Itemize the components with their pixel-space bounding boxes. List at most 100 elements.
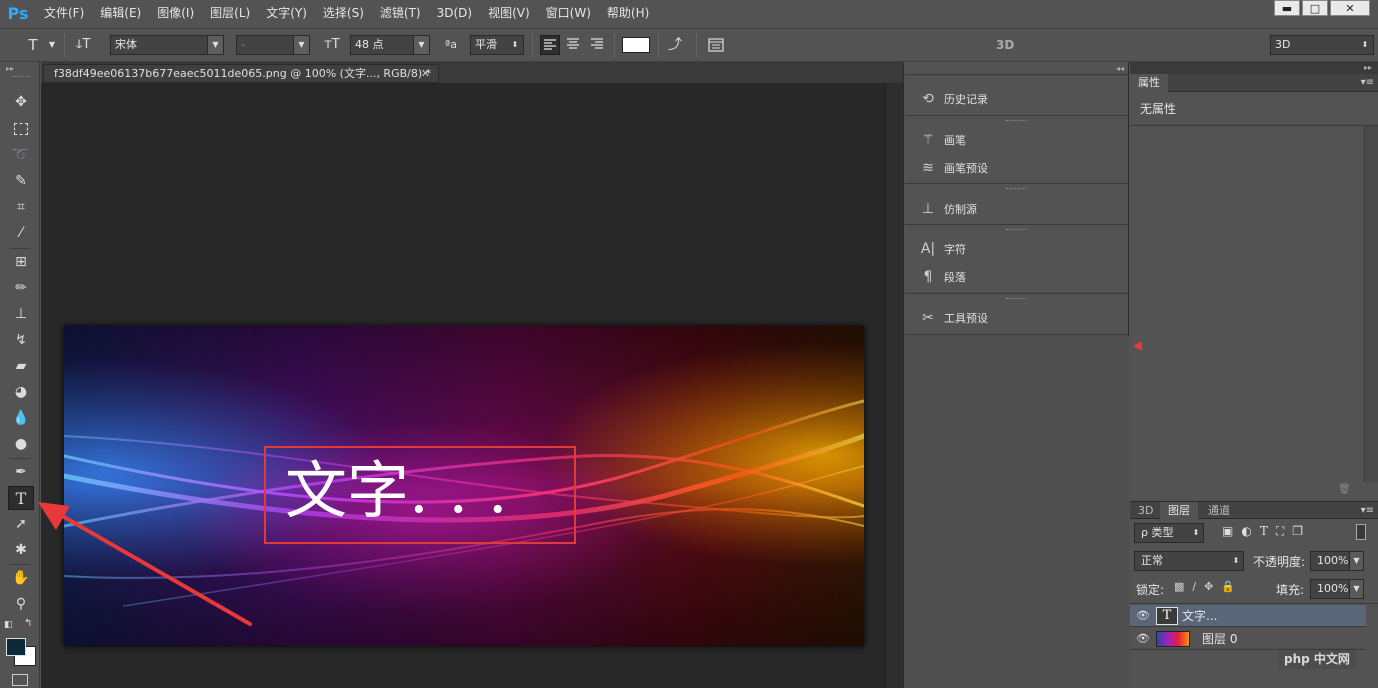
paint-bucket-tool-icon[interactable]: ◕ — [8, 380, 34, 404]
eraser-tool-icon[interactable]: ▰ — [8, 354, 34, 378]
warp-text-icon[interactable]: ⤴ — [664, 35, 686, 55]
lock-pixels-icon[interactable]: ∕ — [1192, 580, 1196, 593]
history-panel-button[interactable]: ⟲ 历史记录 — [918, 88, 988, 110]
pixel-filter-icon[interactable]: ▣ — [1222, 524, 1233, 539]
paragraph-panel-button[interactable]: ¶ 段落 — [918, 266, 966, 288]
quick-selection-tool-icon[interactable]: ✎ — [8, 169, 34, 193]
adjustment-filter-icon[interactable]: ◐ — [1241, 524, 1251, 539]
collapse-panel-icon[interactable]: ▸▸ — [6, 64, 14, 73]
chevron-down-icon[interactable]: ▼ — [1349, 580, 1363, 598]
blend-mode-select[interactable]: 正常 ⬍ — [1134, 551, 1244, 571]
blur-tool-icon[interactable]: 💧 — [8, 406, 34, 430]
workspace-value: 3D — [1275, 38, 1291, 51]
layer-filter-select[interactable]: ρ 类型 ⬍ — [1134, 523, 1204, 543]
menu-view[interactable]: 视图(V) — [480, 0, 538, 26]
clone-stamp-tool-icon[interactable]: ⊥ — [8, 302, 34, 326]
trash-icon[interactable]: 🗑 — [1338, 484, 1351, 495]
filter-toggle-switch[interactable] — [1356, 524, 1366, 540]
eyedropper-tool-icon[interactable]: ⁄ — [8, 221, 34, 245]
eye-icon[interactable]: 👁 — [1130, 609, 1156, 622]
collapse-marker-icon[interactable] — [1133, 341, 1142, 351]
document-tab[interactable]: f38df49ee06137b677eaec5011de065.png @ 10… — [43, 64, 439, 83]
menu-3d[interactable]: 3D(D) — [429, 0, 480, 26]
opacity-value: 100% — [1317, 554, 1349, 567]
fill-input[interactable]: 100% ▼ — [1310, 579, 1364, 599]
menu-filter[interactable]: 滤镜(T) — [372, 0, 429, 26]
layer-row-image[interactable]: 👁 图层 0 — [1130, 628, 1366, 650]
dodge-tool-icon[interactable]: ● — [8, 432, 34, 456]
healing-brush-tool-icon[interactable]: ⊞ — [8, 250, 34, 274]
tab-layers[interactable]: 图层 — [1160, 502, 1198, 520]
tool-preset-chevron-down-icon[interactable]: ▼ — [46, 35, 58, 55]
quick-mask-icon[interactable] — [12, 674, 28, 686]
brush-tool-icon[interactable]: ✏ — [8, 276, 34, 300]
opacity-input[interactable]: 100% ▼ — [1310, 551, 1364, 571]
panel-grip[interactable] — [1006, 298, 1026, 300]
tool-presets-panel-button[interactable]: ✂ 工具预设 — [918, 307, 988, 329]
font-size-select[interactable]: 48 点 ▼ — [350, 35, 430, 55]
menu-help[interactable]: 帮助(H) — [599, 0, 657, 26]
tab-3d[interactable]: 3D — [1130, 502, 1161, 520]
menu-image[interactable]: 图像(I) — [149, 0, 202, 26]
character-panel-button[interactable]: A| 字符 — [918, 238, 966, 260]
align-right-icon[interactable] — [588, 35, 608, 55]
history-brush-tool-icon[interactable]: ↯ — [8, 328, 34, 352]
move-tool-icon[interactable]: ✥ — [8, 90, 34, 114]
vertical-scrollbar[interactable] — [885, 83, 903, 688]
minimize-button[interactable]: ▬ — [1274, 0, 1300, 16]
panel-grip[interactable] — [1006, 120, 1026, 122]
panel-menu-icon[interactable]: ▾≡ — [1361, 502, 1374, 520]
align-left-icon[interactable] — [540, 35, 560, 55]
text-color-swatch[interactable] — [622, 37, 650, 53]
crop-tool-icon[interactable]: ⌗ — [8, 195, 34, 219]
brush-panel-button[interactable]: ⚚ 画笔 — [918, 129, 966, 151]
menu-type[interactable]: 文字(Y) — [258, 0, 315, 26]
font-family-select[interactable]: 宋体 ▼ — [110, 35, 224, 55]
expand-dock-icon[interactable]: ▸▸ — [1364, 62, 1372, 74]
lock-all-icon[interactable]: 🔒 — [1221, 580, 1235, 593]
panel-grip[interactable] — [1006, 229, 1026, 231]
workspace-select[interactable]: 3D ⬍ — [1270, 35, 1374, 55]
collapse-dock-icon[interactable]: ◂◂ — [1116, 64, 1124, 73]
brush-label: 画笔 — [944, 134, 966, 147]
menu-file[interactable]: 文件(F) — [36, 0, 92, 26]
close-tab-icon[interactable]: ✕ — [421, 65, 430, 82]
tab-properties[interactable]: 属性 — [1130, 74, 1168, 92]
character-panel-toggle-icon[interactable] — [706, 35, 728, 55]
lasso-tool-icon[interactable]: ➰ — [8, 143, 34, 167]
smart-object-filter-icon[interactable]: ❐ — [1292, 524, 1303, 539]
pen-tool-icon[interactable]: ✒ — [8, 460, 34, 484]
maximize-button[interactable]: □ — [1302, 0, 1328, 16]
lock-position-icon[interactable]: ✥ — [1204, 580, 1213, 593]
canvas-text-layer[interactable]: 文字. . . — [285, 448, 508, 534]
foreground-color-swatch[interactable] — [6, 638, 26, 656]
marquee-tool-icon[interactable] — [8, 117, 34, 141]
menu-window[interactable]: 窗口(W) — [538, 0, 599, 26]
menu-layer[interactable]: 图层(L) — [202, 0, 258, 26]
tab-channels[interactable]: 通道 — [1200, 502, 1238, 520]
panel-menu-icon[interactable]: ▾≡ — [1361, 74, 1374, 92]
eye-icon[interactable]: 👁 — [1130, 632, 1156, 645]
default-colors-icon[interactable]: ◧ — [4, 620, 13, 630]
toggle-orientation-icon[interactable]: ↆT — [72, 35, 94, 55]
chevron-down-icon[interactable]: ▼ — [1349, 552, 1363, 570]
panel-grip[interactable] — [12, 76, 30, 78]
align-center-icon[interactable] — [564, 35, 584, 55]
properties-scrollbar[interactable] — [1364, 126, 1378, 482]
type-tool-icon[interactable]: T — [22, 35, 44, 55]
layer-filter-icons: ▣ ◐ T ⛶ ❐ — [1222, 524, 1303, 539]
panel-grip[interactable] — [1006, 188, 1026, 190]
antialias-select[interactable]: 平滑 ⬍ — [470, 35, 524, 55]
paragraph-label: 段落 — [944, 271, 966, 284]
close-button[interactable]: ✕ — [1330, 0, 1370, 16]
lock-transparent-icon[interactable]: ▩ — [1174, 580, 1184, 593]
clone-source-panel-button[interactable]: ⊥ 仿制源 — [918, 198, 977, 220]
font-style-select[interactable]: - ▼ — [236, 35, 310, 55]
antialias-icon: ªa — [445, 38, 457, 51]
menu-edit[interactable]: 编辑(E) — [92, 0, 149, 26]
type-filter-icon[interactable]: T — [1260, 524, 1268, 539]
brush-presets-panel-button[interactable]: ≋ 画笔预设 — [918, 157, 988, 179]
shape-filter-icon[interactable]: ⛶ — [1276, 524, 1284, 539]
layer-row-text[interactable]: 👁 T 文字... — [1130, 605, 1366, 627]
menu-select[interactable]: 选择(S) — [315, 0, 372, 26]
